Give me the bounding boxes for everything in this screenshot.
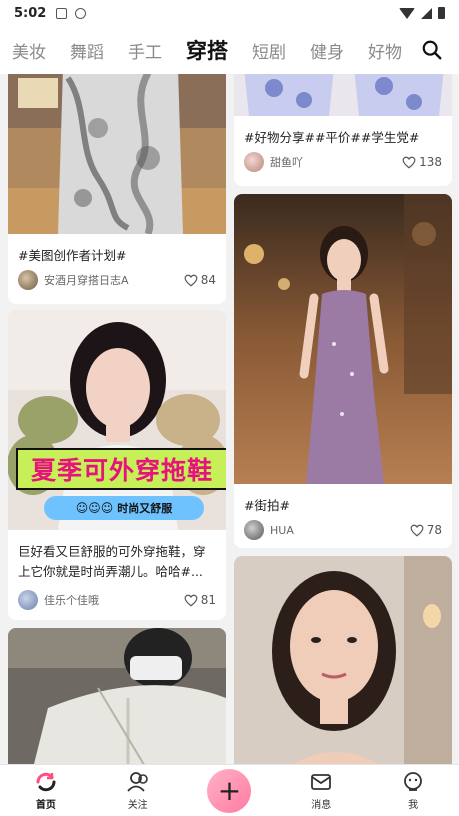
post-footer: HUA 78 [234, 516, 452, 544]
post-image [8, 628, 226, 764]
author-name[interactable]: 甜鱼吖 [270, 154, 402, 170]
like-button[interactable]: 81 [184, 593, 216, 607]
promo-subtitle-text: 时尚又舒服 [117, 502, 173, 515]
message-icon [311, 774, 332, 790]
heart-icon [402, 156, 416, 168]
feed-card[interactable] [8, 628, 226, 764]
like-count: 78 [426, 523, 442, 537]
signal-icon [421, 7, 432, 19]
heart-icon [184, 274, 198, 286]
post-title: #美图创作者计划# [18, 248, 127, 263]
nav-messages-label: 消息 [311, 800, 332, 811]
search-icon[interactable] [421, 39, 443, 61]
avatar[interactable] [244, 520, 264, 540]
notification-a-icon [56, 7, 68, 19]
feed: #美图创作者计划# 安酒月穿搭日志A 84 夏季可外穿拖鞋 ☺☺☺ 时尚又舒服 … [0, 74, 459, 764]
post-title: #好物分享##平价##学生党# [244, 130, 420, 145]
avatar[interactable] [18, 270, 38, 290]
avatar[interactable] [244, 152, 264, 172]
battery-icon [438, 7, 445, 19]
status-bar: 5:02 [0, 0, 459, 26]
feed-card[interactable]: 夏季可外穿拖鞋 ☺☺☺ 时尚又舒服 巨好看又巨舒服的可外穿拖鞋，穿上它你就是时尚… [8, 310, 226, 620]
like-button[interactable]: 78 [410, 523, 442, 537]
nav-create[interactable]: + [184, 765, 276, 816]
heart-icon [410, 524, 424, 536]
wifi-icon [399, 7, 415, 19]
home-icon [36, 772, 56, 792]
post-footer: 安酒月穿搭日志A 84 [8, 266, 226, 294]
plus-icon: + [207, 768, 252, 813]
tab-goods[interactable]: 好物 [368, 38, 402, 63]
heart-icon [184, 594, 198, 606]
category-tabs: 美妆 舞蹈 手工 穿搭 短剧 健身 好物 [0, 26, 459, 74]
tab-handcraft[interactable]: 手工 [128, 38, 162, 63]
post-title: 巨好看又巨舒服的可外穿拖鞋，穿上它你就是时尚弄潮儿。哈哈#... [18, 544, 206, 579]
nav-home[interactable]: 首页 [0, 765, 92, 816]
nav-home-label: 首页 [35, 800, 56, 811]
smile-icon: ☺☺☺ [75, 501, 114, 515]
author-name[interactable]: 安酒月穿搭日志A [44, 272, 184, 288]
tab-outfit[interactable]: 穿搭 [186, 27, 228, 65]
promo-subtitle: ☺☺☺ 时尚又舒服 [44, 496, 204, 520]
author-name[interactable]: HUA [270, 524, 410, 537]
tab-short-drama[interactable]: 短剧 [252, 38, 286, 63]
author-name[interactable]: 佳乐个佳哦 [44, 592, 184, 608]
follow-icon [127, 772, 148, 792]
post-footer: 佳乐个佳哦 81 [8, 586, 226, 614]
feed-card[interactable]: #街拍# HUA 78 [234, 194, 452, 548]
tab-dance[interactable]: 舞蹈 [70, 38, 104, 63]
status-time: 5:02 [14, 5, 47, 21]
tab-fitness[interactable]: 健身 [310, 38, 344, 63]
feed-card[interactable]: #美图创作者计划# 安酒月穿搭日志A 84 [8, 74, 226, 304]
nav-me[interactable]: 我 [367, 765, 459, 816]
post-image [234, 194, 452, 484]
post-footer: 甜鱼吖 138 [234, 148, 452, 176]
post-image [234, 556, 452, 764]
like-count: 84 [200, 273, 216, 287]
nav-messages[interactable]: 消息 [275, 765, 367, 816]
tab-makeup[interactable]: 美妆 [12, 38, 46, 63]
feed-card[interactable]: #好物分享##平价##学生党# 甜鱼吖 138 [234, 74, 452, 186]
bottom-nav: 首页 关注 + 消息 我 [0, 764, 459, 816]
profile-icon [404, 772, 422, 791]
avatar[interactable] [18, 590, 38, 610]
like-count: 138 [419, 155, 442, 169]
nav-follow-label: 关注 [127, 800, 148, 811]
nav-me-label: 我 [408, 800, 419, 811]
like-count: 81 [200, 593, 216, 607]
promo-banner: 夏季可外穿拖鞋 [16, 448, 226, 490]
nav-follow[interactable]: 关注 [92, 765, 184, 816]
post-image [234, 74, 452, 116]
feed-card[interactable] [234, 556, 452, 764]
shield-icon [75, 7, 87, 19]
like-button[interactable]: 84 [184, 273, 216, 287]
post-title: #街拍# [244, 498, 290, 513]
post-image [8, 74, 226, 236]
like-button[interactable]: 138 [402, 155, 442, 169]
